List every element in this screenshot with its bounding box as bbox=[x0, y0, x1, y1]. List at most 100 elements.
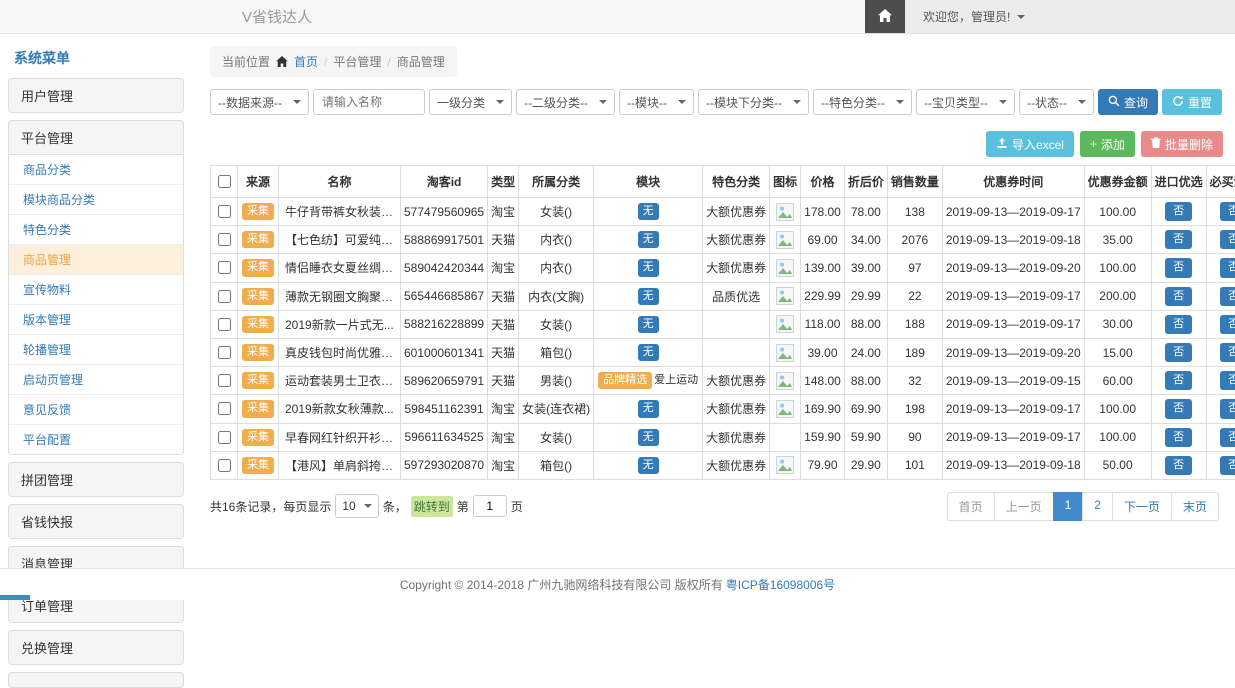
icon-cell bbox=[770, 395, 801, 423]
filter-select-value: --宝贝类型-- bbox=[924, 94, 988, 111]
breadcrumb: 当前位置 首页/平台管理/商品管理 bbox=[210, 46, 457, 77]
sidebar-subitem[interactable]: 启动页管理 bbox=[9, 365, 183, 395]
select-all-checkbox[interactable] bbox=[218, 175, 231, 188]
source-cell: 采集 bbox=[238, 226, 279, 254]
page-button[interactable]: 末页 bbox=[1171, 492, 1219, 521]
row-checkbox[interactable] bbox=[218, 290, 231, 303]
chevron-down-icon bbox=[1017, 15, 1025, 19]
records-prefix: 共16条记录，每页显示 bbox=[210, 498, 331, 515]
filter-select[interactable]: --宝贝类型-- bbox=[916, 89, 1015, 115]
jump-page-input[interactable] bbox=[473, 495, 507, 517]
sidebar-subitem[interactable]: 商品分类 bbox=[9, 155, 183, 185]
sidebar-group-header[interactable]: 省钱快报 bbox=[9, 505, 183, 538]
source-badge: 采集 bbox=[242, 457, 274, 474]
product-name: 薄款无钢圈文胸聚拢性... bbox=[279, 282, 401, 310]
source-badge: 采集 bbox=[242, 288, 274, 305]
welcome-text: 欢迎您，管理员! bbox=[923, 8, 1010, 25]
row-checkbox[interactable] bbox=[218, 318, 231, 331]
import-select-button[interactable]: 否 bbox=[1165, 230, 1192, 249]
column-header: 淘客id bbox=[401, 166, 488, 198]
breadcrumb-item[interactable]: 首页 bbox=[294, 53, 318, 70]
must-buy-button[interactable]: 否 bbox=[1220, 202, 1235, 221]
filter-select[interactable]: --数据来源-- bbox=[210, 89, 309, 115]
filter-select[interactable]: 一级分类 bbox=[429, 89, 512, 115]
sidebar-group-header[interactable] bbox=[9, 673, 183, 687]
import-select-button[interactable]: 否 bbox=[1165, 371, 1192, 390]
import-excel-button[interactable]: 导入excel bbox=[986, 131, 1074, 157]
import-select-button[interactable]: 否 bbox=[1165, 343, 1192, 362]
pagination: 首页上一页12下一页末页 bbox=[947, 492, 1219, 521]
row-checkbox[interactable] bbox=[218, 374, 231, 387]
source-cell: 采集 bbox=[238, 254, 279, 282]
sidebar-subitem[interactable]: 商品管理 bbox=[9, 245, 183, 275]
filter-select[interactable]: --二级分类-- bbox=[516, 89, 615, 115]
filter-select[interactable]: --特色分类-- bbox=[813, 89, 912, 115]
sidebar-subitem[interactable]: 意见反馈 bbox=[9, 395, 183, 425]
sidebar-subitem[interactable]: 模块商品分类 bbox=[9, 185, 183, 215]
import-select-button[interactable]: 否 bbox=[1165, 315, 1192, 334]
page-button[interactable]: 1 bbox=[1053, 492, 1084, 521]
icon-cell bbox=[770, 423, 801, 451]
filter-fields: --数据来源-- 一级分类--二级分类----模块----模块下分类----特色分… bbox=[210, 89, 1094, 115]
page-button[interactable]: 2 bbox=[1082, 492, 1113, 521]
name-input[interactable] bbox=[313, 89, 425, 115]
sidebar-group-header[interactable]: 平台管理 bbox=[9, 121, 183, 154]
sidebar-subitem[interactable]: 特色分类 bbox=[9, 215, 183, 245]
jump-label: 跳转到 bbox=[411, 496, 453, 517]
import-select-button[interactable]: 否 bbox=[1165, 456, 1192, 475]
cell-taoke-id: 589042420344 bbox=[401, 254, 488, 282]
sidebar-subitem[interactable]: 轮播管理 bbox=[9, 335, 183, 365]
sidebar-subitem[interactable]: 宣传物料 bbox=[9, 275, 183, 305]
add-button[interactable]: + 添加 bbox=[1080, 131, 1135, 157]
page-button[interactable]: 首页 bbox=[947, 492, 995, 521]
batch-delete-button[interactable]: 批量删除 bbox=[1141, 131, 1223, 157]
column-header: 折后价 bbox=[844, 166, 887, 198]
must-buy-button[interactable]: 否 bbox=[1220, 456, 1235, 475]
cell-taoke-id: 588869917501 bbox=[401, 226, 488, 254]
row-checkbox[interactable] bbox=[218, 431, 231, 444]
must-buy-button[interactable]: 否 bbox=[1220, 371, 1235, 390]
jump-pre-text: 第 bbox=[457, 498, 469, 515]
per-page-select[interactable]: 10 bbox=[335, 494, 378, 518]
add-button-label: 添加 bbox=[1101, 136, 1125, 153]
filter-select[interactable]: --模块-- bbox=[619, 89, 694, 115]
import-select-button[interactable]: 否 bbox=[1165, 428, 1192, 447]
module-badge: 无 bbox=[638, 231, 659, 248]
icp-link[interactable]: 粤ICP备16098006号 bbox=[726, 576, 835, 593]
import-select-button[interactable]: 否 bbox=[1165, 202, 1192, 221]
row-checkbox[interactable] bbox=[218, 346, 231, 359]
row-checkbox[interactable] bbox=[218, 402, 231, 415]
import-select-button[interactable]: 否 bbox=[1165, 399, 1192, 418]
page-button[interactable]: 上一页 bbox=[994, 492, 1054, 521]
sidebar-subitem[interactable]: 版本管理 bbox=[9, 305, 183, 335]
page-button[interactable]: 下一页 bbox=[1112, 492, 1172, 521]
must-buy-button[interactable]: 否 bbox=[1220, 315, 1235, 334]
must-buy-button[interactable]: 否 bbox=[1220, 287, 1235, 306]
row-checkbox[interactable] bbox=[218, 261, 231, 274]
home-button[interactable] bbox=[865, 0, 905, 33]
must-buy-button[interactable]: 否 bbox=[1220, 428, 1235, 447]
user-menu[interactable]: 欢迎您，管理员! bbox=[905, 0, 1235, 33]
must-buy-button[interactable]: 否 bbox=[1220, 258, 1235, 277]
import-select-button[interactable]: 否 bbox=[1165, 258, 1192, 277]
module-cell: 无 bbox=[594, 451, 703, 479]
filter-select[interactable]: --状态-- bbox=[1019, 89, 1094, 115]
reset-button[interactable]: 重置 bbox=[1162, 89, 1222, 115]
filter-select[interactable]: --模块下分类-- bbox=[698, 89, 809, 115]
sidebar-group-header[interactable]: 兑换管理 bbox=[9, 631, 183, 664]
must-buy-button[interactable]: 否 bbox=[1220, 399, 1235, 418]
must-buy-button[interactable]: 否 bbox=[1220, 343, 1235, 362]
row-checkbox[interactable] bbox=[218, 459, 231, 472]
import-select-cell: 否 bbox=[1151, 338, 1206, 366]
import-select-button[interactable]: 否 bbox=[1165, 287, 1192, 306]
row-checkbox[interactable] bbox=[218, 233, 231, 246]
sidebar-group-header[interactable]: 用户管理 bbox=[9, 79, 183, 112]
special-category-cell: 大额优惠券 bbox=[703, 451, 770, 479]
search-button[interactable]: 查询 bbox=[1098, 89, 1158, 115]
sidebar-subitem[interactable]: 平台配置 bbox=[9, 425, 183, 454]
row-checkbox[interactable] bbox=[218, 205, 231, 218]
must-buy-button[interactable]: 否 bbox=[1220, 230, 1235, 249]
sidebar-group: 用户管理 bbox=[8, 78, 184, 113]
sidebar-group-header[interactable]: 拼团管理 bbox=[9, 463, 183, 496]
cell-type: 淘宝 bbox=[488, 423, 519, 451]
